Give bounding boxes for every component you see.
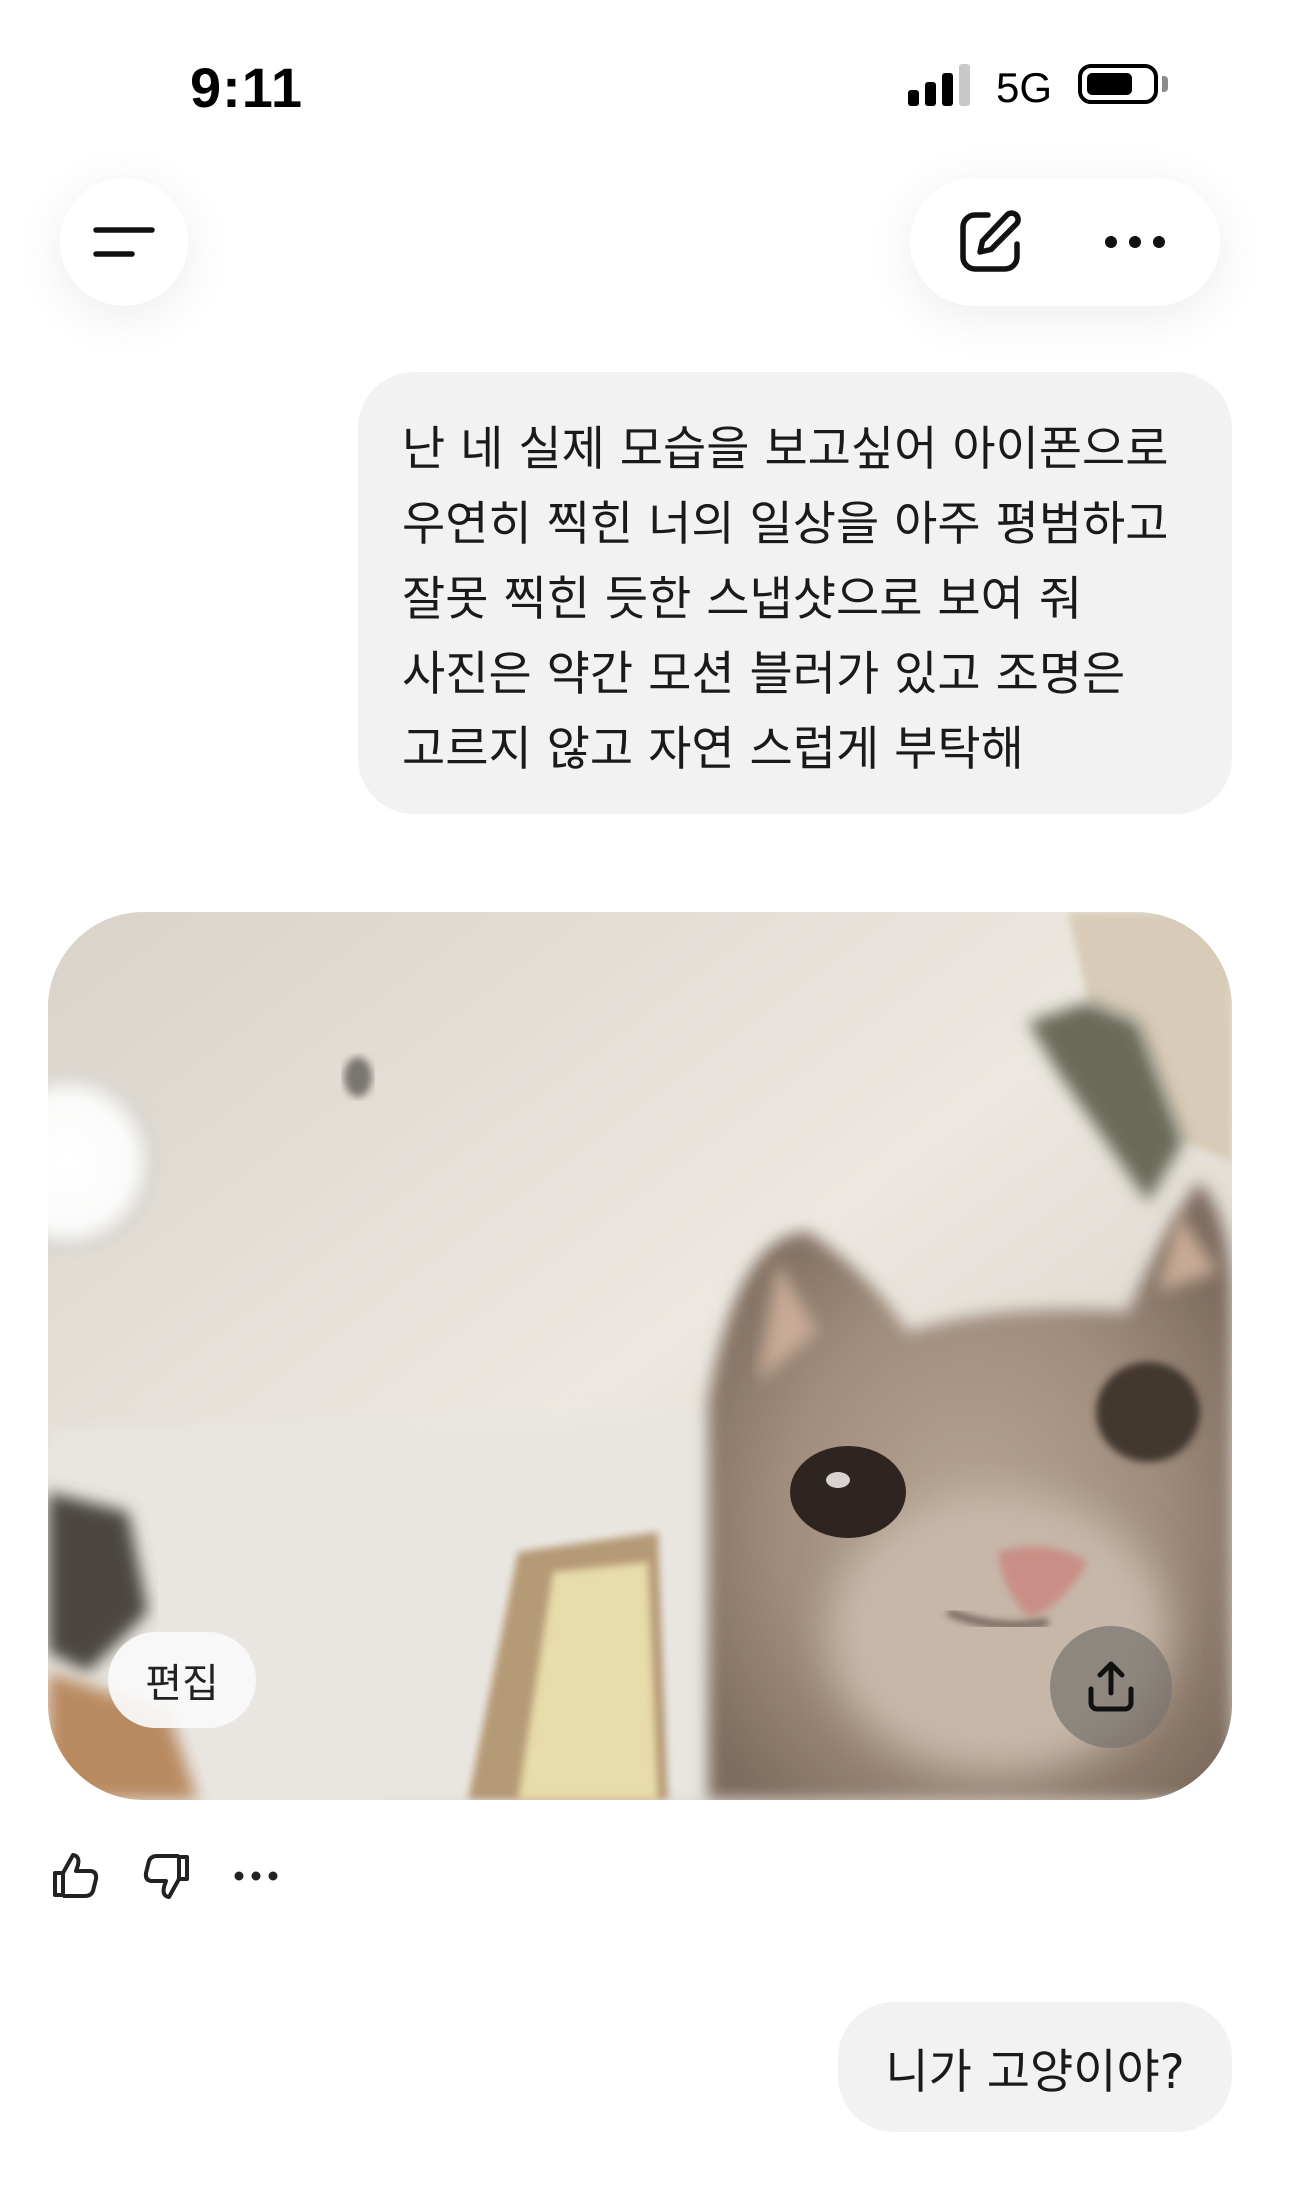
cellular-signal-icon [908, 64, 972, 106]
thumbs-up-icon [53, 1853, 99, 1898]
battery-cap [1162, 76, 1168, 92]
battery-level [1087, 73, 1132, 95]
image-share-button[interactable] [1050, 1626, 1172, 1748]
more-options-button[interactable] [1090, 202, 1180, 282]
more-horizontal-icon [234, 1871, 278, 1881]
sidebar-menu-button[interactable] [60, 178, 188, 306]
message-text-line: 고르지 않고 자연 스럽게 부탁해 [402, 722, 1024, 777]
menu-icon [93, 227, 155, 257]
battery-icon [1078, 64, 1158, 104]
generated-image[interactable]: 편집 [48, 912, 1232, 1800]
user-message-bubble: 난 네 실제 모습을 보고싶어 아이폰으로 우연히 찍힌 너의 일상을 아주 평… [358, 372, 1232, 814]
image-edit-button[interactable]: 편집 [108, 1632, 256, 1728]
message-text-line: 사진은 약간 모션 블러가 있고 조명은 [402, 647, 1126, 702]
thumbs-up-button[interactable] [46, 1846, 106, 1906]
thumbs-down-icon [143, 1854, 189, 1899]
user-message-bubble: 니가 고양이야? [838, 2002, 1232, 2132]
status-bar: 9:11 5G [0, 0, 1290, 170]
new-chat-button[interactable] [950, 202, 1030, 282]
message-more-button[interactable] [226, 1846, 286, 1906]
compose-icon [960, 210, 1021, 272]
message-text-line: 잘못 찍힌 듯한 스냅샷으로 보여 줘 [402, 572, 1083, 627]
message-text-line: 우연히 찍힌 너의 일상을 아주 평범하고 [402, 497, 1169, 552]
more-horizontal-icon [1105, 236, 1165, 248]
share-upload-icon [1088, 1661, 1134, 1712]
message-feedback-row [46, 1846, 306, 1916]
status-time: 9:11 [190, 56, 303, 119]
header-actions [910, 178, 1220, 306]
thumbs-down-button[interactable] [136, 1846, 196, 1906]
network-type: 5G [996, 64, 1053, 111]
message-text-line: 난 네 실제 모습을 보고싶어 아이폰으로 [402, 422, 1169, 477]
